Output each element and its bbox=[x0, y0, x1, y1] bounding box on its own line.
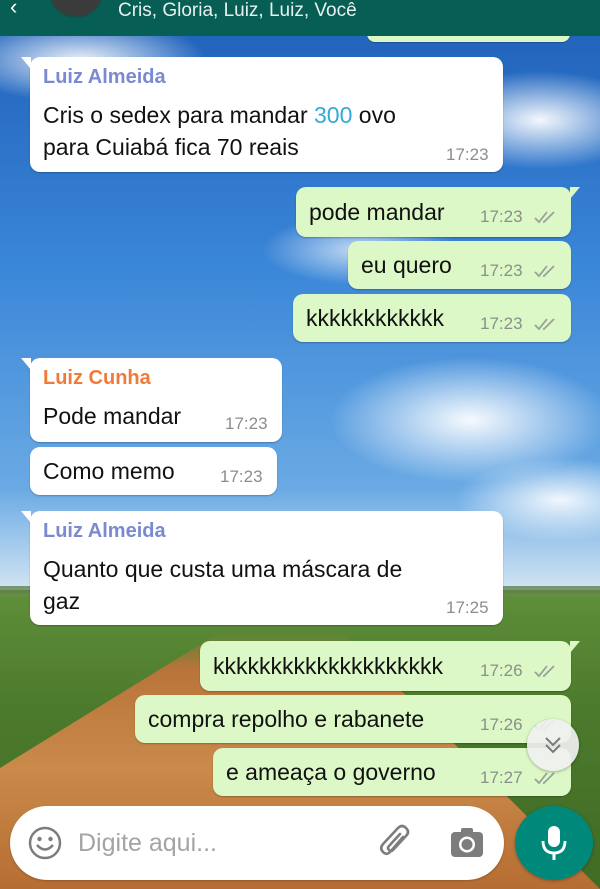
message-time: 17:23 bbox=[480, 207, 523, 226]
sender-name: Luiz Almeida bbox=[43, 66, 166, 88]
message-text: compra repolho e rabanete bbox=[148, 706, 425, 732]
message-time: 17:25 bbox=[446, 598, 489, 617]
message-time: 17:26 bbox=[480, 661, 523, 680]
message-input[interactable] bbox=[78, 822, 358, 864]
message-text: e ameaça o governo bbox=[226, 759, 436, 785]
microphone-icon bbox=[541, 826, 567, 860]
message-text-line2: para Cuiabá fica 70 reais bbox=[43, 134, 299, 160]
sender-name: Luiz Almeida bbox=[43, 520, 166, 542]
group-avatar[interactable] bbox=[50, 0, 102, 18]
message-bubble-incoming[interactable]: Luiz Cunha Pode mandar 17:23 bbox=[21, 358, 282, 442]
message-text-line2: gaz bbox=[43, 588, 81, 614]
message-time: 17:23 bbox=[220, 467, 263, 486]
highlighted-number[interactable]: 300 bbox=[314, 102, 352, 128]
message-text: eu quero bbox=[361, 252, 452, 278]
smiley-icon[interactable] bbox=[27, 825, 63, 861]
message-text: kkkkkkkkkkkkkkkkkkkk bbox=[213, 653, 443, 679]
message-bubble-outgoing[interactable]: pode mandar 17:23 bbox=[296, 187, 580, 237]
message-bubble-outgoing[interactable]: kkkkkkkkkkkk 17:23 bbox=[293, 294, 571, 342]
camera-icon[interactable] bbox=[450, 826, 484, 860]
chat-header[interactable]: ‹ Cris, Gloria, Luiz, Luiz, Você bbox=[0, 0, 600, 36]
message-text: Pode mandar bbox=[43, 403, 182, 429]
message-time: 17:23 bbox=[446, 145, 489, 164]
sender-name: Luiz Cunha bbox=[43, 367, 151, 389]
message-time: 17:23 bbox=[480, 261, 523, 280]
message-time: 17:26 bbox=[480, 715, 523, 734]
message-text: Quanto que custa uma máscara de bbox=[43, 556, 403, 582]
message-bubble-incoming[interactable]: Como memo 17:23 bbox=[30, 447, 277, 495]
double-check-icon bbox=[534, 772, 555, 785]
message-time: 17:23 bbox=[480, 314, 523, 333]
message-text: kkkkkkkkkkkk bbox=[306, 305, 444, 331]
double-chevron-down-icon bbox=[545, 737, 561, 754]
double-check-icon bbox=[534, 318, 555, 331]
group-participants: Cris, Gloria, Luiz, Luiz, Você bbox=[118, 0, 357, 21]
message-time: 17:23 bbox=[225, 414, 268, 433]
voice-message-button[interactable] bbox=[515, 806, 593, 880]
scroll-to-bottom-button[interactable] bbox=[527, 719, 579, 771]
paperclip-icon[interactable] bbox=[377, 823, 415, 863]
message-composer bbox=[10, 806, 504, 880]
double-check-icon bbox=[534, 665, 555, 678]
message-bubble-outgoing[interactable]: compra repolho e rabanete 17:26 bbox=[135, 695, 571, 743]
double-check-icon bbox=[534, 265, 555, 278]
message-text: pode mandar bbox=[309, 199, 445, 225]
double-check-icon bbox=[534, 211, 555, 224]
message-text: Como memo bbox=[43, 458, 175, 484]
message-bubble-outgoing[interactable]: kkkkkkkkkkkkkkkkkkkk 17:26 bbox=[200, 641, 580, 691]
message-bubble-outgoing[interactable]: e ameaça o governo 17:27 bbox=[213, 748, 571, 796]
arrow-left-icon[interactable]: ‹ bbox=[10, 0, 32, 18]
message-bubble-outgoing[interactable]: eu quero 17:23 bbox=[348, 241, 571, 289]
message-bubble-incoming[interactable]: Luiz Almeida Quanto que custa uma máscar… bbox=[21, 511, 503, 625]
message-time: 17:27 bbox=[480, 768, 523, 787]
message-text: Cris o sedex para mandar 300 ovo bbox=[43, 102, 396, 128]
message-bubble-incoming[interactable]: Luiz Almeida Cris o sedex para mandar 30… bbox=[21, 57, 503, 172]
